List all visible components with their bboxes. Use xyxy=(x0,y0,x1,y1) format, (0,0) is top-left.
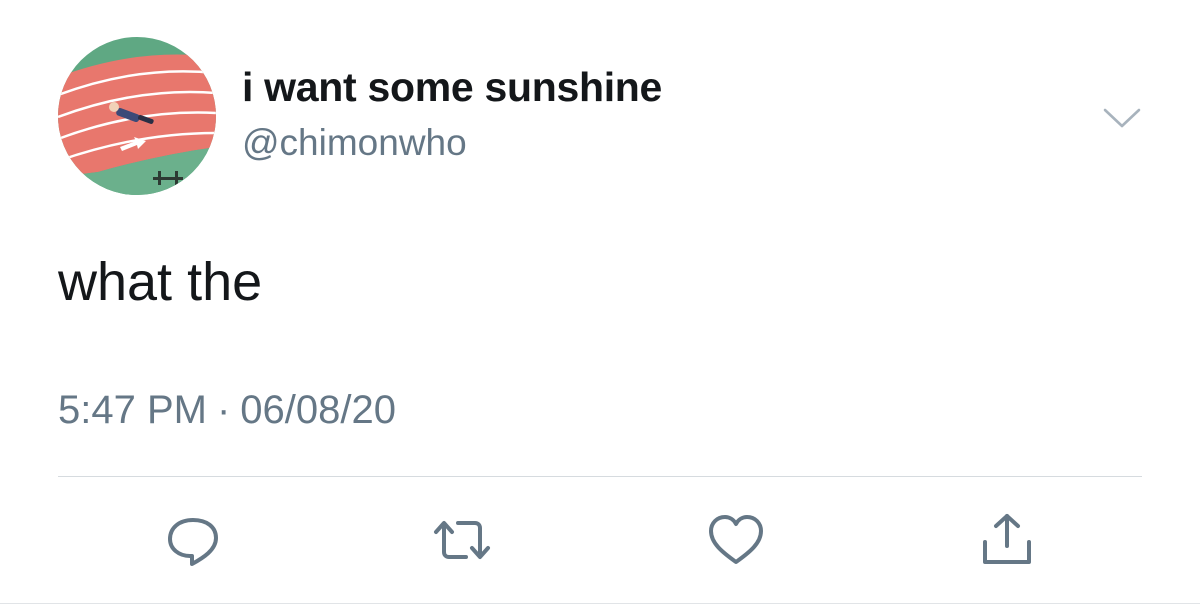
retweet-icon xyxy=(434,521,490,559)
tweet-time: 5:47 PM xyxy=(58,388,207,432)
retweet-button[interactable] xyxy=(432,512,492,568)
tweet-timestamp[interactable]: 5:47 PM · 06/08/20 xyxy=(58,388,396,433)
like-icon xyxy=(709,515,763,564)
divider xyxy=(58,476,1142,477)
user-handle[interactable]: @chimonwho xyxy=(242,122,467,164)
tweet-date: 06/08/20 xyxy=(240,388,396,432)
reply-button[interactable] xyxy=(163,512,223,568)
tweet-text: what the xyxy=(58,252,263,312)
display-name[interactable]: i want some sunshine xyxy=(242,64,662,111)
meta-separator: · xyxy=(216,388,231,432)
avatar[interactable] xyxy=(58,37,216,195)
reply-icon xyxy=(168,518,218,566)
share-button[interactable] xyxy=(977,512,1037,568)
tweet-card: i want some sunshine @chimonwho what the… xyxy=(0,0,1200,606)
chevron-down-icon[interactable] xyxy=(1099,100,1145,136)
share-icon xyxy=(983,514,1031,564)
bottom-divider xyxy=(0,603,1200,604)
avatar-image xyxy=(58,37,216,195)
like-button[interactable] xyxy=(706,512,766,568)
